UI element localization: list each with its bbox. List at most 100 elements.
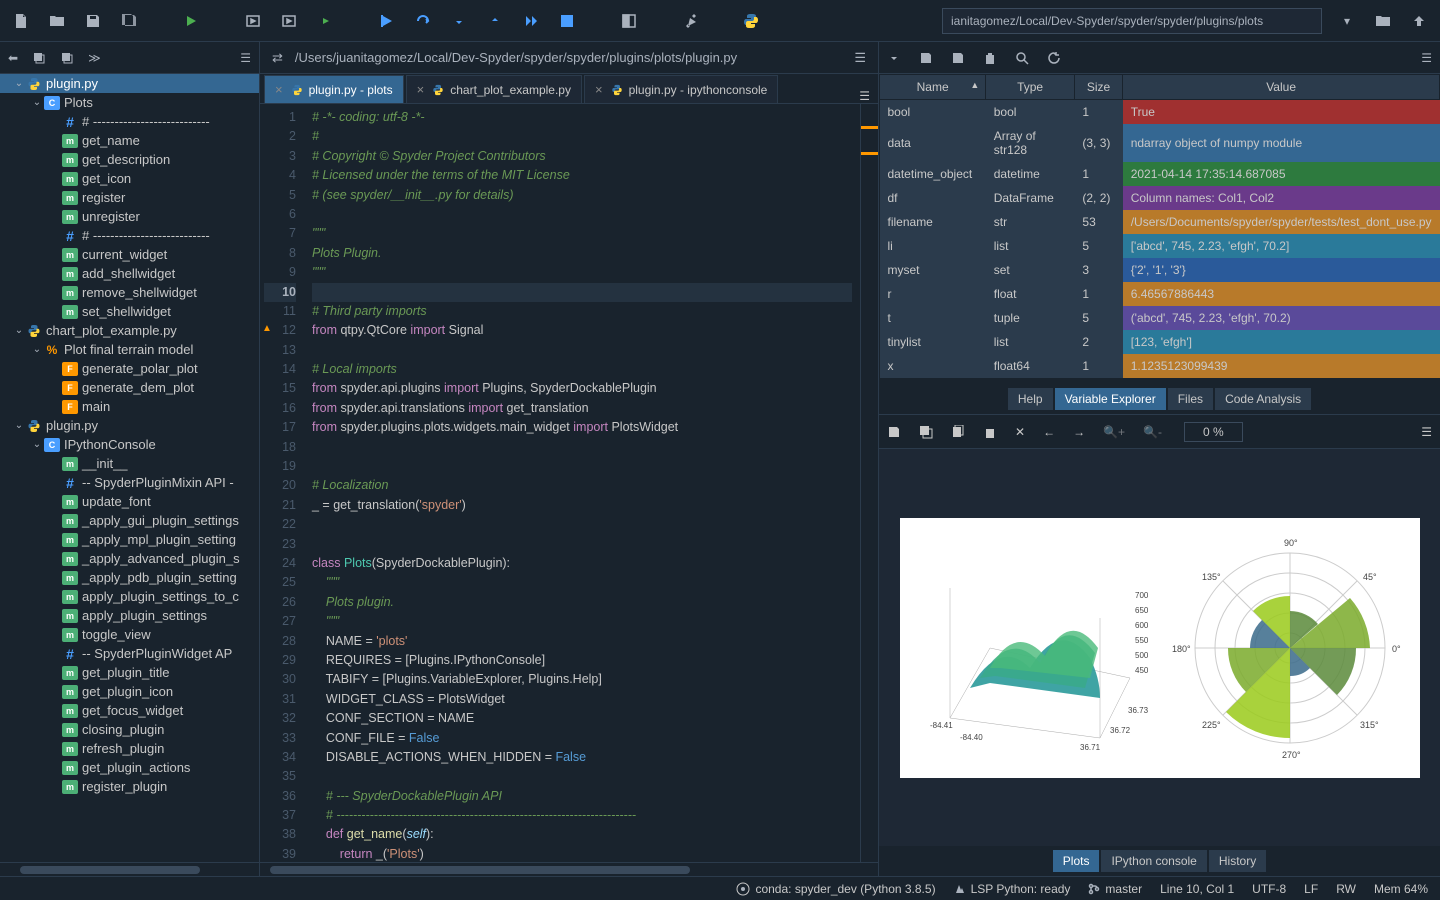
editor-tab[interactable]: ×chart_plot_example.py — [406, 75, 582, 103]
status-eol[interactable]: LF — [1304, 882, 1318, 896]
plot-delete-icon[interactable] — [983, 425, 997, 439]
outline-item[interactable]: mget_icon — [0, 169, 259, 188]
ve-col-name[interactable]: Name▲ — [880, 75, 986, 100]
variable-row[interactable]: dataArray of str128(3, 3)ndarray object … — [880, 124, 1440, 162]
editor-minimap[interactable] — [860, 104, 878, 862]
plots-tab[interactable]: IPython console — [1101, 850, 1206, 872]
right-tab[interactable]: Variable Explorer — [1055, 388, 1166, 410]
ve-col-size[interactable]: Size — [1074, 75, 1122, 100]
outline-item[interactable]: ## --------------------------- — [0, 226, 259, 245]
variable-row[interactable]: rfloat16.46567886443 — [880, 282, 1440, 306]
editor-menu-icon[interactable]: ☰ — [854, 50, 866, 66]
outline-item[interactable]: mapply_plugin_settings — [0, 606, 259, 625]
debug-step-in-icon[interactable] — [448, 10, 470, 32]
code-body[interactable]: # -*- coding: utf-8 -*-## Copyright © Sp… — [304, 104, 860, 862]
tab-close-icon[interactable]: × — [417, 82, 425, 97]
variable-row[interactable]: ttuple5('abcd', 745, 2.23, 'efgh', 70.2) — [880, 306, 1440, 330]
ve-refresh-icon[interactable] — [1047, 51, 1061, 65]
path-dropdown-icon[interactable]: ▾ — [1336, 10, 1358, 32]
breadcrumb-nav-icon[interactable]: ⇄ — [272, 50, 283, 66]
code-editor[interactable]: 1234567891011▲12131415161718192021222324… — [260, 104, 878, 862]
right-tab[interactable]: Files — [1168, 388, 1213, 410]
outline-item[interactable]: m_apply_pdb_plugin_setting — [0, 568, 259, 587]
outline-item[interactable]: mget_description — [0, 150, 259, 169]
plot-next-icon[interactable]: → — [1073, 425, 1085, 439]
outline-item[interactable]: mupdate_font — [0, 492, 259, 511]
outline-item[interactable]: mtoggle_view — [0, 625, 259, 644]
copy2-icon[interactable] — [60, 51, 74, 65]
plot-viewer[interactable]: -84.41 -84.40 36.71 36.72 36.73 700 650 … — [879, 449, 1440, 846]
plots-tab[interactable]: History — [1209, 850, 1266, 872]
outline-item[interactable]: ⌄CPlots — [0, 93, 259, 112]
ve-col-value[interactable]: Value — [1123, 75, 1440, 100]
run-selection-icon[interactable] — [314, 10, 336, 32]
new-file-icon[interactable] — [10, 10, 32, 32]
status-encoding[interactable]: UTF-8 — [1252, 882, 1286, 896]
outline-item[interactable]: Fmain — [0, 397, 259, 416]
status-conda[interactable]: conda: spyder_dev (Python 3.8.5) — [736, 882, 935, 896]
outline-item[interactable]: m_apply_advanced_plugin_s — [0, 549, 259, 568]
ve-menu-icon[interactable]: ☰ — [1421, 51, 1432, 65]
plot-copy-icon[interactable] — [951, 425, 965, 439]
run-cell-icon[interactable] — [242, 10, 264, 32]
plot-zoomout-icon[interactable]: 🔍- — [1143, 425, 1162, 439]
variable-row[interactable]: mysetset3{'2', '1', '3'} — [880, 258, 1440, 282]
variable-row[interactable]: lilist5['abcd', 745, 2.23, 'efgh', 70.2] — [880, 234, 1440, 258]
status-rw[interactable]: RW — [1336, 882, 1356, 896]
parent-dir-icon[interactable] — [1408, 10, 1430, 32]
editor-tab[interactable]: ×plugin.py - ipythonconsole — [584, 75, 778, 103]
status-lsp[interactable]: LSP Python: ready — [954, 882, 1071, 896]
right-tab[interactable]: Help — [1008, 388, 1053, 410]
debug-icon[interactable] — [376, 10, 398, 32]
expand-icon[interactable]: ≫ — [88, 51, 101, 65]
run-icon[interactable] — [180, 10, 202, 32]
ve-save-icon[interactable] — [919, 51, 933, 65]
editor-hscroll[interactable] — [260, 862, 878, 876]
editor-tab-menu-icon[interactable]: ☰ — [851, 89, 878, 103]
working-dir-input[interactable] — [942, 8, 1322, 34]
outline-item[interactable]: mset_shellwidget — [0, 302, 259, 321]
outline-item[interactable]: mclosing_plugin — [0, 720, 259, 739]
tab-close-icon[interactable]: × — [275, 82, 283, 97]
plot-save-icon[interactable] — [887, 425, 901, 439]
outline-item[interactable]: mregister — [0, 188, 259, 207]
outline-item[interactable]: Fgenerate_polar_plot — [0, 359, 259, 378]
outline-item[interactable]: mget_plugin_actions — [0, 758, 259, 777]
plot-prev-icon[interactable]: ← — [1043, 425, 1055, 439]
outline-item[interactable]: ⌄plugin.py — [0, 416, 259, 435]
debug-step-out-icon[interactable] — [484, 10, 506, 32]
preferences-icon[interactable] — [680, 10, 702, 32]
plot-deleteall-icon[interactable]: ✕ — [1015, 425, 1025, 439]
status-git[interactable]: master — [1088, 882, 1142, 896]
outline-item[interactable]: mremove_shellwidget — [0, 283, 259, 302]
ve-search-icon[interactable] — [1015, 51, 1029, 65]
plot-saveall-icon[interactable] — [919, 425, 933, 439]
variable-row[interactable]: tinylistlist2[123, 'efgh'] — [880, 330, 1440, 354]
right-tab[interactable]: Code Analysis — [1215, 388, 1311, 410]
ve-delete-icon[interactable] — [983, 51, 997, 65]
copy-icon[interactable] — [32, 51, 46, 65]
plots-menu-icon[interactable]: ☰ — [1421, 425, 1432, 439]
outline-menu-icon[interactable]: ☰ — [240, 51, 251, 65]
outline-item[interactable]: ⌄CIPythonConsole — [0, 435, 259, 454]
outline-item[interactable]: mget_plugin_icon — [0, 682, 259, 701]
back-icon[interactable]: ⬅ — [8, 51, 18, 65]
outline-item[interactable]: #-- SpyderPluginWidget AP — [0, 644, 259, 663]
save-icon[interactable] — [82, 10, 104, 32]
browse-dir-icon[interactable] — [1372, 10, 1394, 32]
outline-item[interactable]: mcurrent_widget — [0, 245, 259, 264]
outline-item[interactable]: mget_focus_widget — [0, 701, 259, 720]
outline-item[interactable]: mrefresh_plugin — [0, 739, 259, 758]
outline-item[interactable]: m__init__ — [0, 454, 259, 473]
outline-item[interactable]: madd_shellwidget — [0, 264, 259, 283]
status-mem[interactable]: Mem 64% — [1374, 882, 1428, 896]
outline-item[interactable]: munregister — [0, 207, 259, 226]
save-all-icon[interactable] — [118, 10, 140, 32]
outline-item[interactable]: #-- SpyderPluginMixin API - — [0, 473, 259, 492]
plots-tab[interactable]: Plots — [1053, 850, 1100, 872]
outline-item[interactable]: mget_name — [0, 131, 259, 150]
debug-stop-icon[interactable] — [556, 10, 578, 32]
outline-item[interactable]: mget_plugin_title — [0, 663, 259, 682]
status-cursor-pos[interactable]: Line 10, Col 1 — [1160, 882, 1234, 896]
outline-item[interactable]: m_apply_mpl_plugin_setting — [0, 530, 259, 549]
